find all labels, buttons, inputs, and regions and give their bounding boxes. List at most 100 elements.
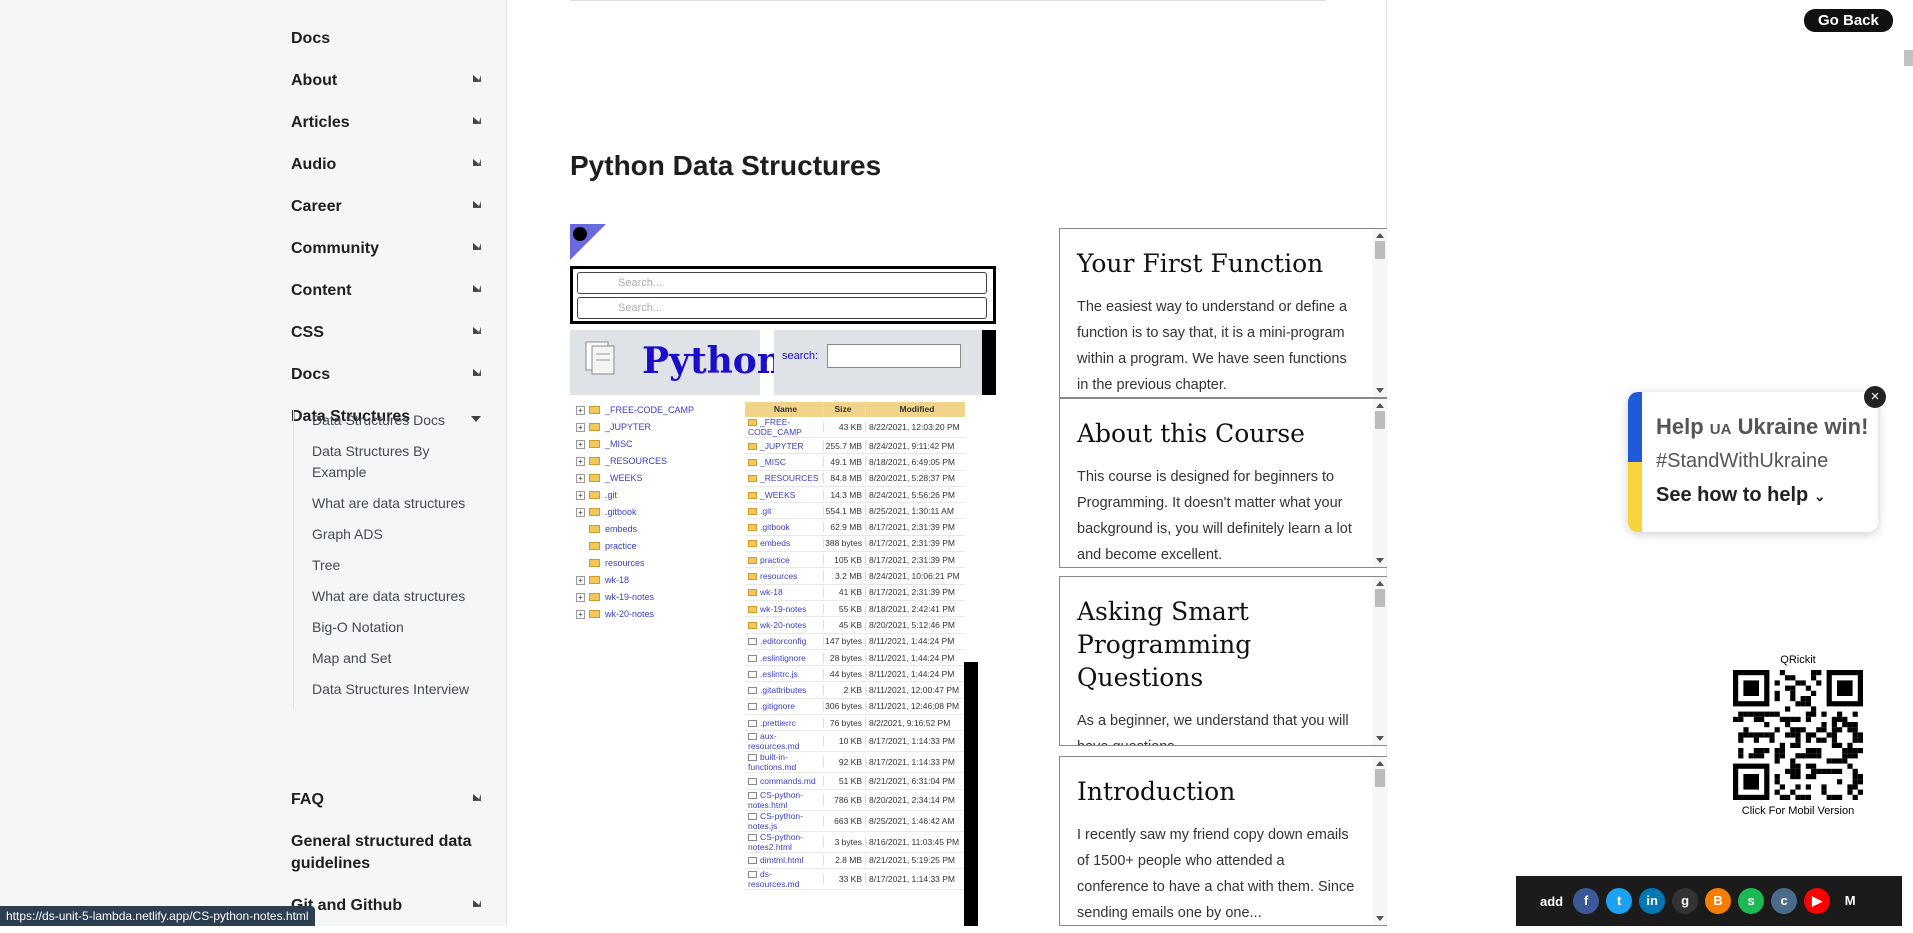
table-row[interactable]: built-in-functions.md 92 KB 8/17/2021, 1:1… (745, 752, 965, 774)
card-title[interactable]: Your First Function (1077, 247, 1347, 280)
sidebar-item-git-and-github[interactable]: Git and Github (291, 891, 485, 921)
expand-toggle-icon[interactable]: + (576, 474, 585, 483)
table-row[interactable]: .eslintignore 28 bytes 8/11/2021, 1:44:24 … (745, 650, 965, 667)
sidebar-subitem[interactable]: Data Structures By Example (312, 441, 483, 483)
file-name-cell[interactable]: aux-resources.md (745, 731, 823, 751)
twitter-icon[interactable]: t (1606, 888, 1633, 914)
scroll-down-icon[interactable] (1376, 558, 1384, 563)
browser-search-input[interactable]: Search... (577, 272, 987, 294)
expand-toggle-icon[interactable]: + (576, 610, 585, 619)
browser-search-input-2[interactable]: Search... (577, 297, 987, 319)
table-row[interactable]: aux-resources.md 10 KB 8/17/2021, 1:14:33 … (745, 731, 965, 753)
table-row[interactable]: practice 105 KB 8/17/2021, 2:31:39 PM (745, 552, 965, 569)
tree-node[interactable]: + wk-19-notes (576, 589, 746, 606)
table-row[interactable]: wk-19-notes 55 KB 8/18/2021, 2:42:41 PM (745, 601, 965, 618)
table-row[interactable]: CS-python-notes.js 663 KB 8/25/2021, 1:46:… (745, 811, 965, 832)
tree-node[interactable]: + .gitbook (576, 504, 746, 521)
tree-node[interactable]: + wk-18 (576, 572, 746, 589)
table-row[interactable]: ds-resources.md 33 KB 8/17/2021, 1:14:33 P… (745, 869, 965, 890)
tree-node[interactable]: +practice (576, 538, 746, 555)
file-name-cell[interactable]: wk-20-notes (745, 620, 823, 630)
close-icon[interactable]: × (1864, 386, 1886, 408)
file-name-cell[interactable]: _WEEKS (745, 490, 823, 500)
sidebar-subitem[interactable]: Data Structures Interview (312, 679, 483, 700)
tree-node[interactable]: + _JUPYTER (576, 419, 746, 436)
ukraine-help-link[interactable]: See how to help ⌄ (1656, 484, 1826, 507)
tree-node[interactable]: + _RESOURCES (576, 453, 746, 470)
card-scrollbar[interactable] (1373, 399, 1387, 567)
table-row[interactable]: _RESOURCES 84.8 MB 8/20/2021, 5:28:37 PM (745, 471, 965, 487)
scroll-up-icon[interactable] (1376, 581, 1384, 586)
card-title[interactable]: Introduction (1077, 775, 1347, 808)
sidebar-subitem[interactable]: What are data structures (312, 493, 483, 514)
youtube-icon[interactable]: ▶ (1804, 888, 1831, 914)
table-row[interactable]: commands.md 51 KB 8/21/2021, 6:31:04 PM (745, 773, 965, 790)
table-row[interactable]: .prettierrc 76 bytes 8/2/2021, 9:16:52 PM (745, 715, 965, 732)
file-name-cell[interactable]: .eslintrc.js (745, 669, 823, 679)
tree-node[interactable]: + .git (576, 487, 746, 504)
scroll-thumb[interactable] (1375, 241, 1385, 259)
sidebar-item-faq[interactable]: FAQ (291, 785, 485, 815)
sidebar-item-content[interactable]: Content (291, 276, 485, 306)
file-name-cell[interactable]: practice (745, 555, 823, 565)
browser-search-field[interactable] (827, 344, 961, 368)
expand-toggle-icon[interactable]: + (576, 423, 585, 432)
file-name-cell[interactable]: _JUPYTER (745, 441, 823, 451)
table-row[interactable]: _FREE-CODE_CAMP 43 KB 8/22/2021, 12:03:20 … (745, 417, 965, 438)
table-row[interactable]: CS-python-notes.html 786 KB 8/20/2021, 2:3… (745, 790, 965, 811)
scroll-up-icon[interactable] (1376, 233, 1384, 238)
linkedin-icon[interactable]: in (1639, 888, 1666, 914)
column-header-size[interactable]: Size (823, 402, 865, 417)
column-header-name[interactable]: Name (745, 402, 823, 417)
tree-node[interactable]: +embeds (576, 521, 746, 538)
file-name-cell[interactable]: dimtml.html (745, 855, 823, 865)
file-name-cell[interactable]: .gitattributes (745, 685, 823, 695)
facebook-icon[interactable]: f (1573, 888, 1600, 914)
file-name-cell[interactable]: .prettierrc (745, 718, 823, 728)
table-row[interactable]: .git 554.1 MB 8/25/2021, 1:30:11 AM (745, 503, 965, 520)
tree-node[interactable]: + _WEEKS (576, 470, 746, 487)
file-name-cell[interactable]: .eslintignore (745, 653, 823, 663)
sidebar-item-docs[interactable]: Docs (291, 24, 485, 54)
course-card[interactable]: Introduction I recently saw my friend cop… (1059, 756, 1387, 926)
embedded-file-browser[interactable]: Search... Search... Python search: + _FRE… (570, 222, 996, 926)
page-scrollbar-thumb[interactable] (1904, 50, 1913, 66)
card-title[interactable]: About this Course (1077, 417, 1347, 450)
table-row[interactable]: embeds 388 bytes 8/17/2021, 2:31:39 PM (745, 536, 965, 553)
spotify-icon[interactable]: s (1738, 888, 1765, 914)
qr-code-widget[interactable]: QRickit Click For Mobil Version (1716, 652, 1880, 818)
sidebar-subitem[interactable]: Data Structures Docs (312, 410, 483, 431)
file-name-cell[interactable]: _MISC (745, 457, 823, 467)
sidebar-item-general-structured-data-guidelines[interactable]: General structured data guidelines (291, 827, 485, 879)
table-row[interactable]: wk-18 41 KB 8/17/2021, 2:31:39 PM (745, 585, 965, 601)
column-header-modified[interactable]: Modified (865, 402, 965, 417)
file-name-cell[interactable]: _FREE-CODE_CAMP (745, 417, 823, 437)
table-row[interactable]: .gitignore 306 bytes 8/11/2021, 12:46:08 P… (745, 699, 965, 716)
tree-node[interactable]: + wk-20-notes (576, 606, 746, 623)
sidebar-item-docs[interactable]: Docs (291, 360, 485, 390)
file-name-cell[interactable]: CS-python-notes.html (745, 790, 823, 810)
expand-toggle-icon[interactable]: + (576, 457, 585, 466)
sidebar-item-articles[interactable]: Articles (291, 108, 485, 138)
table-row[interactable]: resources 3.2 MB 8/24/2021, 10:06:21 PM (745, 568, 965, 585)
blogger-icon[interactable]: B (1705, 888, 1732, 914)
go-back-button[interactable]: Go Back (1804, 9, 1893, 32)
file-name-cell[interactable]: ds-resources.md (745, 869, 823, 889)
file-name-cell[interactable]: .editorconfig (745, 636, 823, 646)
sidebar-subitem[interactable]: Graph ADS (312, 524, 483, 545)
sidebar-subitem[interactable]: What are data structures (312, 586, 483, 607)
sidebar-item-community[interactable]: Community (291, 234, 485, 264)
expand-toggle-icon[interactable]: + (576, 576, 585, 585)
file-name-cell[interactable]: .git (745, 506, 823, 516)
card-scrollbar[interactable] (1373, 577, 1387, 745)
tree-node[interactable]: + _FREE-CODE_CAMP (576, 402, 746, 419)
ukraine-support-banner[interactable]: Help UA Ukraine win! #StandWithUkraine S… (1628, 392, 1878, 532)
file-name-cell[interactable]: resources (745, 571, 823, 581)
table-row[interactable]: dimtml.html 2.8 MB 8/21/2021, 5:19:25 PM (745, 853, 965, 869)
course-card[interactable]: About this Course This course is designed… (1059, 398, 1387, 568)
table-row[interactable]: _JUPYTER 255.7 MB 8/24/2021, 9:11:42 PM (745, 438, 965, 455)
file-name-cell[interactable]: _RESOURCES (745, 473, 823, 483)
card-scrollbar[interactable] (1373, 229, 1387, 397)
card-title[interactable]: Asking Smart Programming Questions (1077, 595, 1347, 694)
sidebar-item-about[interactable]: About (291, 66, 485, 96)
